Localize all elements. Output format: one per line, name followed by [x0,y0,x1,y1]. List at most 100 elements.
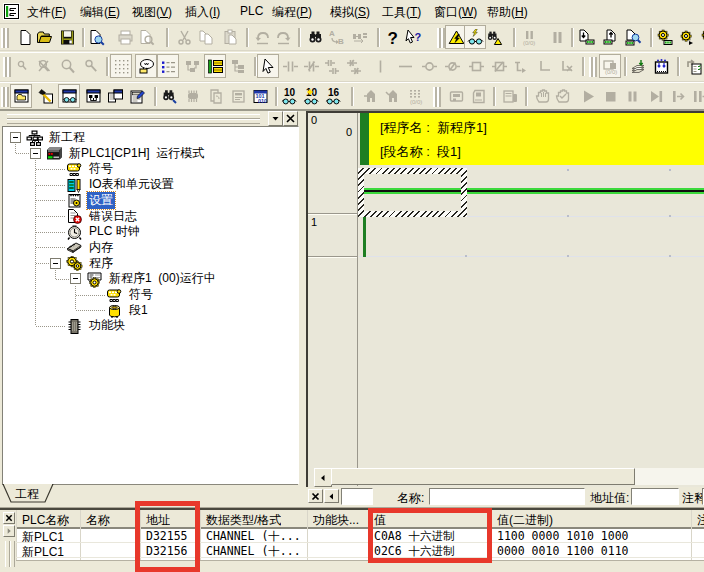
run-mode-gear-button[interactable] [653,25,675,49]
scrollbar-thumb[interactable] [331,468,635,485]
watch-cell-r2c3[interactable]: D32156 [146,544,188,558]
pause-counter-button[interactable]: (0/0) [518,25,540,49]
addrbar-prev-button[interactable] [324,489,339,503]
open-folder-button[interactable] [33,25,55,49]
sim-run-button[interactable] [577,84,599,108]
scroll-left-button[interactable] [314,468,332,487]
tree-expand-box[interactable] [50,258,61,269]
rung-wrap-button[interactable] [181,54,203,78]
redo-button[interactable] [272,25,294,49]
watch-col-header-8[interactable]: 注释 [697,512,704,529]
sim-pause-button[interactable] [621,84,643,108]
watch-col-divider[interactable] [140,510,141,560]
tree-item-1[interactable]: 新工程 [26,130,87,146]
tree-expand-box[interactable] [70,273,81,284]
watch-col-divider[interactable] [80,510,81,560]
print-button[interactable] [114,25,136,49]
address-reference-tool-button[interactable] [126,84,148,108]
address-value-field[interactable] [631,488,679,505]
closed-instruction-button[interactable] [488,54,510,78]
fb-instance-field[interactable] [341,488,373,505]
show-rung-ladder-button[interactable] [204,54,226,78]
cut-scissors-button[interactable] [173,25,195,49]
download-to-plc-button[interactable] [575,25,597,49]
toggle-workspace-window-button[interactable] [10,84,32,108]
toggle-crossref-window-button[interactable] [82,84,104,108]
tree-item-8[interactable]: 内存 [66,239,115,255]
toolbar-grip[interactable] [433,87,440,107]
memory-card-button[interactable] [468,84,490,108]
function-invoke-button[interactable] [510,54,532,78]
context-help-button[interactable]: ? [402,25,424,49]
block-hierarchy-button[interactable] [227,54,249,78]
sim-continuous-step-button[interactable] [688,84,704,108]
monitor-hex-button[interactable]: 16 [322,84,344,108]
tree-item-9[interactable]: 程序 [66,255,115,271]
sim-stop-button[interactable] [599,84,621,108]
dock-menu-button[interactable] [268,111,283,126]
toggle-watch-window-button[interactable] [58,84,80,108]
toolbar-grip[interactable] [589,57,596,77]
toolbar-grip[interactable] [437,28,444,48]
replace-button[interactable]: AB [325,25,347,49]
watch-col-header-7[interactable]: 值(二进制) [497,512,553,529]
pause-bars-button[interactable] [546,25,568,49]
line-delete-button[interactable] [556,54,578,78]
line-connect-button[interactable] [534,54,556,78]
or-contact-button[interactable] [321,54,343,78]
monitor-decimal-button[interactable]: 10 [278,84,300,108]
select-arrow-button[interactable] [257,54,279,78]
workspace-close-button[interactable] [283,111,298,126]
resume-simulation-hand-button[interactable] [552,84,574,108]
tree-item-4[interactable]: IO表和单元设置 [66,177,176,193]
contact-button[interactable] [279,54,301,78]
transfer-check-button[interactable] [683,54,704,78]
watch-col-header-5[interactable]: 功能块... [313,512,359,529]
ladder-window-icon[interactable] [3,3,20,20]
menu-2[interactable]: 编辑(E) [80,4,120,21]
watch-col-divider[interactable] [691,510,692,560]
workspace-caption[interactable] [0,111,301,125]
program-pages-button[interactable] [205,84,227,108]
zoom-cancel-button[interactable] [33,54,55,78]
menu-6[interactable]: 编程(P) [272,4,312,21]
goto-next-address-button[interactable] [381,84,403,108]
menu-5[interactable]: PLC [240,4,263,18]
toolbar-grip[interactable] [1,87,8,107]
watch-cell-r1c7[interactable]: 1100 0000 1010 1000 [497,529,629,543]
watch-cell-r1c3[interactable]: D32155 [146,529,188,543]
tree-item-2[interactable]: 新PLC1[CP1H] 运行模式 [46,145,206,161]
watch-close-button[interactable] [3,512,15,524]
watch-col-header-1[interactable]: PLC名称 [22,512,69,529]
watch-cell-r2c7[interactable]: 0000 0010 1100 0110 [497,544,629,558]
monitor-mode-gear-button[interactable] [675,25,697,49]
program-mode-gear-button[interactable] [697,25,704,49]
ladder-selection-rect[interactable] [358,168,467,217]
pause-simulation-hand-button[interactable] [532,84,554,108]
binary-monitor-button[interactable]: 101010 [249,84,271,108]
menu-7[interactable]: 模拟(S) [330,4,370,21]
paste-button[interactable] [219,25,241,49]
sim-step-run-button[interactable] [645,84,667,108]
menu-4[interactable]: 插入(I) [185,4,220,21]
closed-coil-button[interactable] [441,54,463,78]
zoom-selection-button[interactable] [11,54,33,78]
memory-cassette-button[interactable] [499,84,521,108]
show-address-list-button[interactable] [157,54,179,78]
data-trace-button[interactable] [627,54,649,78]
compile-page-magnifier-button[interactable] [85,25,107,49]
pause-monitor-button[interactable] [483,25,505,49]
save-floppy-button[interactable] [56,25,78,49]
menu-9[interactable]: 窗口(W) [434,4,477,21]
copy-button[interactable] [195,25,217,49]
tree-item-10[interactable]: 新程序1 (00)运行中 [86,271,218,287]
watch-col-header-3[interactable]: 地址 [146,512,170,529]
watch-col-divider[interactable] [491,510,492,560]
horizontal-line-button[interactable] [394,54,416,78]
menu-8[interactable]: 工具(T) [382,4,421,21]
zoom-in-button[interactable] [56,54,78,78]
upload-from-plc-button[interactable] [599,25,621,49]
watch-col-divider[interactable] [16,510,17,560]
tree-item-7[interactable]: PLC 时钟 [66,224,142,240]
closed-contact-button[interactable] [300,54,322,78]
